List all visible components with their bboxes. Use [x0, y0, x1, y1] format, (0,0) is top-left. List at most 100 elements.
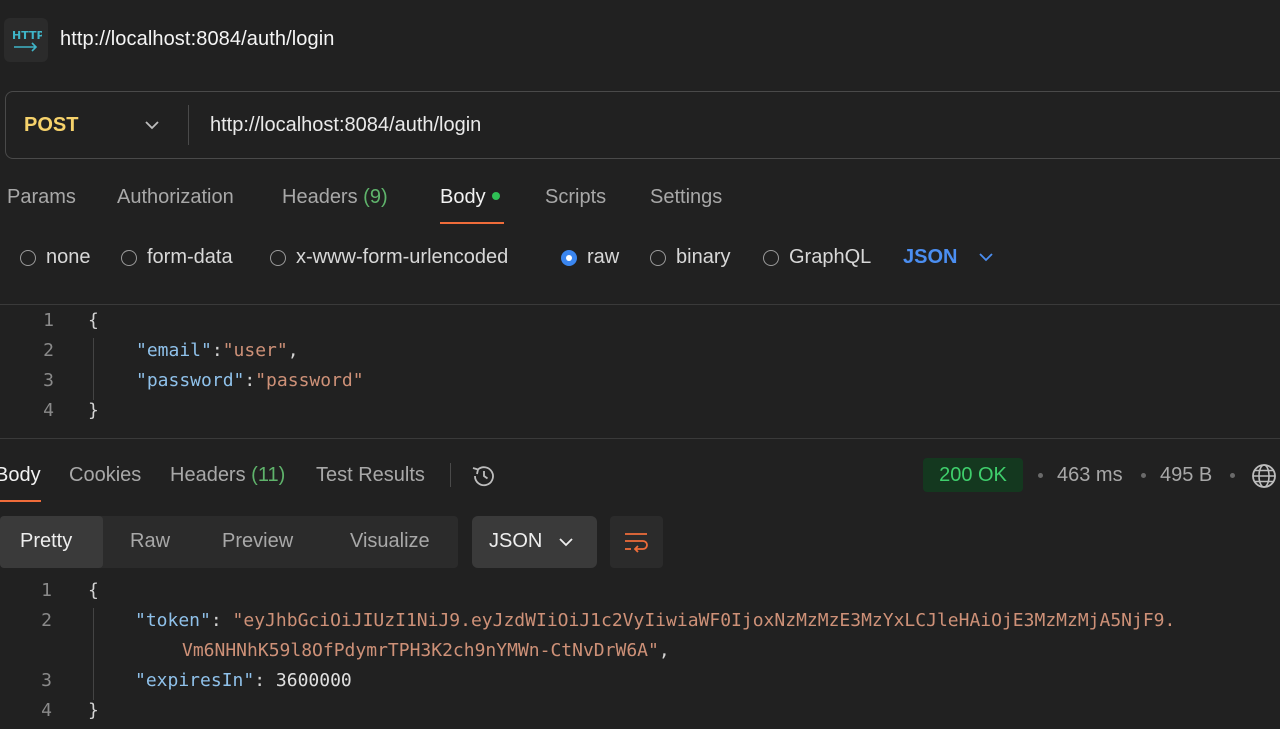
- json-key: "token": [135, 610, 211, 631]
- meta-separator-dot: [1141, 473, 1146, 478]
- tab-settings[interactable]: Settings: [650, 186, 722, 209]
- divider: [0, 438, 1280, 439]
- meta-separator-dot: [1038, 473, 1043, 478]
- tab-authorization[interactable]: Authorization: [117, 186, 234, 209]
- json-key: "email": [136, 340, 212, 361]
- radio-binary[interactable]: binary: [650, 246, 730, 269]
- view-visualize-button[interactable]: Visualize: [350, 530, 430, 553]
- radio-graphql-label: GraphQL: [789, 246, 872, 268]
- active-tab-underline: [0, 500, 41, 502]
- line-number: 4: [43, 400, 54, 421]
- radio-binary-label: binary: [676, 246, 731, 268]
- json-string: "eyJhbGciOiJIUzI1NiJ9.eyJzdWIiOiJ1c2VyIi…: [232, 610, 1176, 631]
- tab-settings-label: Settings: [650, 186, 723, 208]
- code-line: "password":"password": [136, 370, 364, 391]
- radio-none[interactable]: none: [20, 246, 91, 269]
- tab-params-label: Params: [7, 186, 76, 208]
- status-badge: 200 OK: [923, 458, 1023, 492]
- response-size: 495 B: [1160, 464, 1213, 486]
- code-token: {: [88, 580, 99, 601]
- response-tab-body[interactable]: Body: [0, 464, 41, 487]
- line-number: 1: [41, 580, 52, 601]
- radio-circle: [121, 249, 137, 266]
- view-raw-button[interactable]: Raw: [130, 530, 170, 553]
- code-line: "email":"user",: [136, 340, 299, 361]
- radio-circle: [20, 249, 36, 266]
- view-preview-button[interactable]: Preview: [222, 530, 293, 553]
- tab-body-label: Body: [440, 186, 486, 208]
- radio-x-www-form-urlencoded[interactable]: x-www-form-urlencoded: [270, 246, 508, 269]
- chevron-down-icon: [558, 535, 574, 553]
- tab-headers-label: Headers: [282, 186, 358, 208]
- language-select[interactable]: JSON: [903, 246, 957, 269]
- code-token: {: [88, 310, 99, 331]
- view-pretty-button[interactable]: Pretty: [20, 530, 72, 553]
- globe-icon[interactable]: [1250, 462, 1278, 495]
- radio-graphql[interactable]: GraphQL: [763, 246, 871, 269]
- active-tab-underline: [440, 222, 504, 224]
- wrap-lines-button[interactable]: [610, 516, 663, 568]
- request-body-editor[interactable]: 1 { 2 "email":"user", 3 "password":"pass…: [0, 310, 1280, 430]
- response-tab-headers-count: (11): [251, 464, 286, 486]
- indent-guide: [93, 338, 94, 400]
- http-icon: HTTP: [4, 18, 48, 62]
- svg-text:HTTP: HTTP: [12, 29, 42, 42]
- json-string: Vm6NHNhK59l8OfPdymrTPH3K2ch9nYMWn-CtNvDr…: [182, 640, 659, 661]
- response-tab-test-results[interactable]: Test Results: [316, 464, 425, 487]
- url-separator: [188, 105, 189, 145]
- history-icon[interactable]: [470, 462, 498, 495]
- tab-scripts-label: Scripts: [545, 186, 607, 208]
- tab-params[interactable]: Params: [7, 186, 76, 209]
- radio-none-label: none: [46, 246, 91, 268]
- response-tab-test-results-label: Test Results: [316, 464, 425, 486]
- code-line-wrapped: Vm6NHNhK59l8OfPdymrTPH3K2ch9nYMWn-CtNvDr…: [182, 640, 670, 661]
- radio-circle: [763, 249, 779, 266]
- radio-raw-label: raw: [587, 246, 620, 268]
- divider: [0, 304, 1280, 305]
- url-input[interactable]: [210, 112, 1110, 138]
- json-key: "password": [136, 370, 245, 391]
- line-number: 3: [41, 670, 52, 691]
- chevron-down-icon[interactable]: [978, 250, 994, 268]
- json-number: 3600000: [275, 670, 352, 691]
- radio-form-data-label: form-data: [147, 246, 233, 268]
- response-tab-cookies-label: Cookies: [69, 464, 142, 486]
- separator: [450, 463, 451, 487]
- tab-scripts[interactable]: Scripts: [545, 186, 606, 209]
- radio-circle-selected: [561, 249, 577, 266]
- body-indicator-dot: [491, 192, 500, 200]
- tab-headers[interactable]: Headers (9): [282, 186, 388, 209]
- tab-body[interactable]: Body: [440, 186, 500, 209]
- radio-circle: [270, 249, 286, 266]
- tab-authorization-label: Authorization: [117, 186, 234, 208]
- request-title: http://localhost:8084/auth/login: [60, 28, 335, 50]
- response-format-label: JSON: [489, 530, 543, 552]
- chevron-down-icon[interactable]: [144, 118, 160, 136]
- code-token: }: [88, 700, 99, 721]
- tab-headers-count: (9): [363, 186, 388, 208]
- line-number: 1: [43, 310, 54, 331]
- json-string: "password": [255, 370, 364, 391]
- indent-guide: [93, 608, 94, 700]
- line-number: 2: [41, 610, 52, 631]
- json-key: "expiresIn": [135, 670, 255, 691]
- response-tab-body-label: Body: [0, 464, 41, 486]
- response-tab-cookies[interactable]: Cookies: [69, 464, 141, 487]
- code-line: "expiresIn": 3600000: [135, 670, 352, 691]
- code-token: }: [88, 400, 99, 421]
- line-number: 4: [41, 700, 52, 721]
- meta-separator-dot: [1230, 473, 1235, 478]
- wrap-lines-icon: [625, 533, 648, 553]
- response-time: 463 ms: [1057, 464, 1123, 486]
- json-string: "user": [222, 340, 288, 361]
- code-line: "token": "eyJhbGciOiJIUzI1NiJ9.eyJzdWIiO…: [135, 610, 1176, 631]
- radio-urlencoded-label: x-www-form-urlencoded: [296, 246, 509, 268]
- response-tab-headers-label: Headers: [170, 464, 246, 486]
- response-body-viewer: 1 { 2 "token": "eyJhbGciOiJIUzI1NiJ9.eyJ…: [0, 580, 1280, 729]
- line-number: 3: [43, 370, 54, 391]
- radio-form-data[interactable]: form-data: [121, 246, 233, 269]
- method-select[interactable]: POST: [24, 114, 78, 137]
- radio-raw[interactable]: raw: [561, 246, 619, 269]
- response-tab-headers[interactable]: Headers (11): [170, 464, 285, 487]
- line-number: 2: [43, 340, 54, 361]
